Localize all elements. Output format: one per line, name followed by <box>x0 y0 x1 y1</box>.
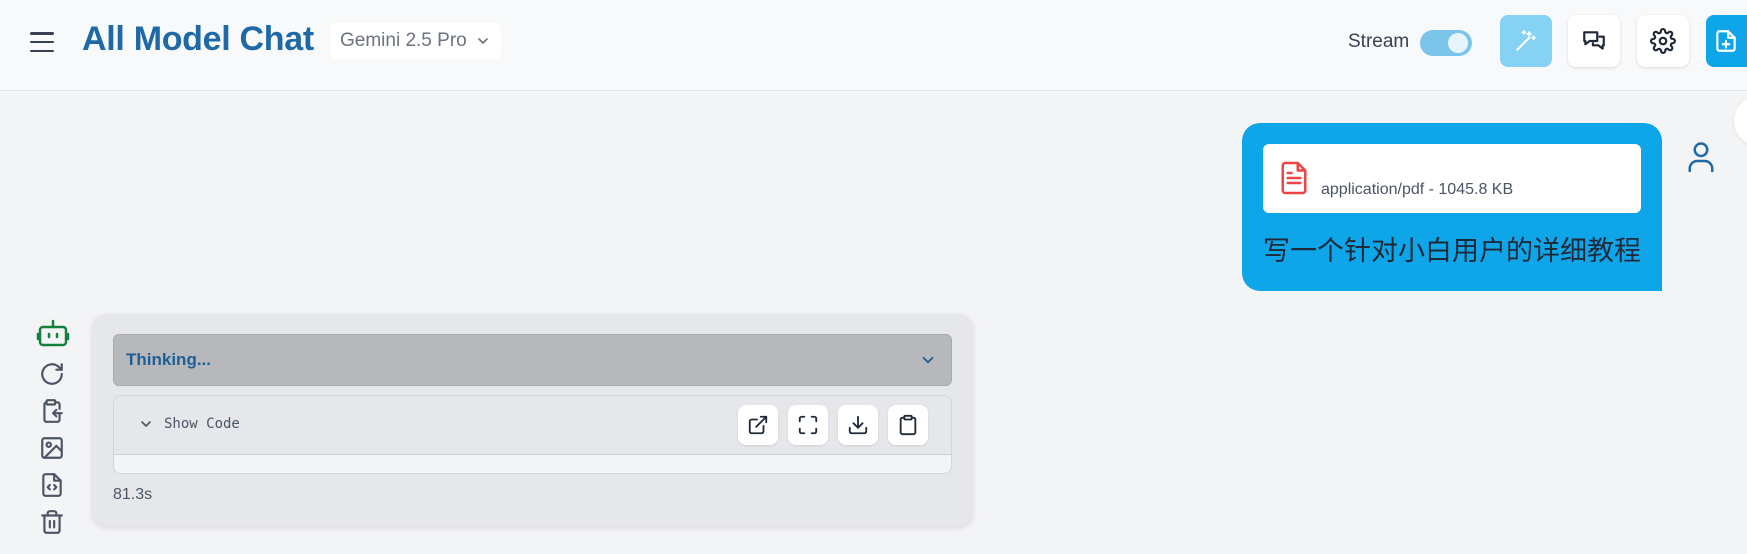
bot-avatar-icon <box>36 319 70 347</box>
file-meta: application/pdf - 1045.8 KB <box>1321 181 1514 198</box>
code-block: Show Code <box>113 395 952 474</box>
trash-icon[interactable] <box>39 509 65 535</box>
fullscreen-icon <box>798 415 818 435</box>
menu-icon[interactable] <box>26 28 58 56</box>
new-chat-button[interactable] <box>1706 15 1747 67</box>
retry-icon[interactable] <box>39 361 65 387</box>
fullscreen-button[interactable] <box>788 405 828 445</box>
magic-wand-icon <box>1516 30 1536 51</box>
user-avatar-icon <box>1688 142 1714 173</box>
magic-wand-button[interactable] <box>1500 15 1552 67</box>
file-attachment-card[interactable]: application/pdf - 1045.8 KB <box>1263 144 1641 213</box>
gear-icon <box>1650 28 1676 54</box>
chat-history-button[interactable] <box>1568 15 1620 67</box>
app-title: All Model Chat <box>82 20 314 58</box>
chevron-down-icon <box>477 38 488 44</box>
download-button[interactable] <box>838 405 878 445</box>
image-icon[interactable] <box>39 435 65 461</box>
user-message-text: 写一个针对小白用户的详细教程 <box>1263 236 1641 267</box>
app-header: All Model Chat Gemini 2.5 Pro Stream <box>0 0 1747 91</box>
thinking-panel[interactable]: Thinking... <box>113 334 952 386</box>
clipboard-export-icon[interactable] <box>39 398 65 424</box>
new-file-icon <box>1716 30 1736 52</box>
settings-button[interactable] <box>1637 15 1689 67</box>
open-external-button[interactable] <box>738 405 778 445</box>
model-name: Gemini 2.5 Pro <box>340 30 467 51</box>
file-code-icon[interactable] <box>39 472 65 498</box>
chevron-down-icon <box>141 421 151 427</box>
stream-label: Stream <box>1348 31 1410 52</box>
chat-bubbles-icon <box>1583 31 1605 50</box>
external-link-icon <box>748 415 768 435</box>
show-code-label: Show Code <box>164 416 240 432</box>
bot-message-bubble: Thinking... Show Code 81.3s <box>92 314 973 526</box>
user-message-bubble: application/pdf - 1045.8 KB 写一个针对小白用户的详细… <box>1242 123 1662 291</box>
show-code-toggle[interactable]: Show Code <box>138 416 240 432</box>
code-block-header: Show Code <box>114 396 951 455</box>
response-time: 81.3s <box>113 486 153 503</box>
pdf-file-icon <box>1281 161 1307 195</box>
stream-toggle[interactable] <box>1420 30 1472 56</box>
model-selector[interactable]: Gemini 2.5 Pro <box>330 23 501 59</box>
toggle-knob <box>1448 33 1468 53</box>
download-icon <box>848 415 868 435</box>
thinking-label: Thinking... <box>126 350 211 369</box>
scroll-button[interactable] <box>1734 96 1747 146</box>
copy-button[interactable] <box>888 405 928 445</box>
chevron-down-icon <box>922 356 934 364</box>
clipboard-icon <box>899 414 917 436</box>
code-block-body <box>114 455 951 473</box>
